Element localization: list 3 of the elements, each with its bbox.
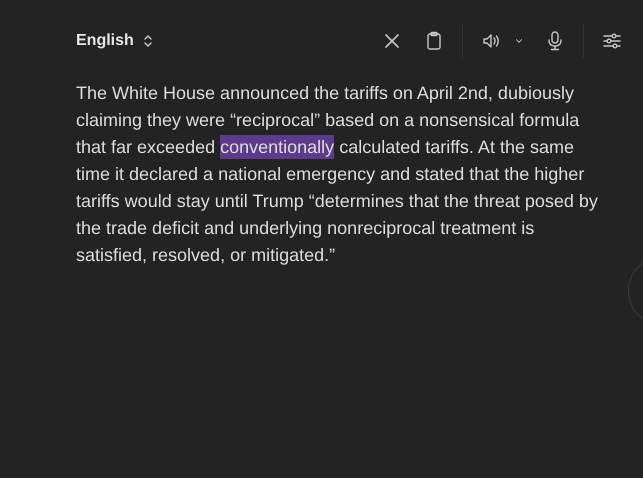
up-down-chevron-icon [142,33,153,49]
passage-text: The White House announced the tariffs on April 2nd, dubiously claiming they were “reciprocal” based on a nonsensical formula that far exceeded conventionally calculated tariffs. At the same time it declared a national emergency and stated that the higher tariffs would stay until Trump “determines that the threat posed by the trade deficit and underlying nonreciprocal treatment is satisfied, resolved, or mitigated.” [76,82,599,267]
language-selector[interactable]: English [76,32,153,50]
